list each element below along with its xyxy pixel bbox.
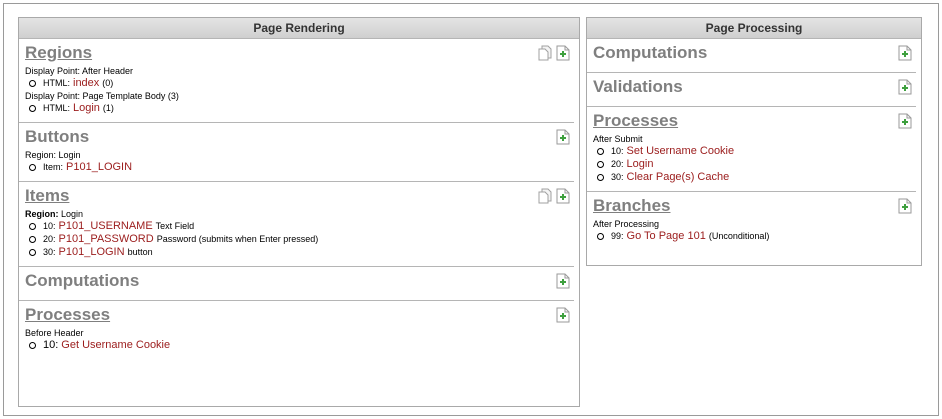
display-point-label: Display Point: After Header — [25, 66, 134, 76]
item-prefix: 99: — [611, 231, 624, 241]
item-suffix: (0) — [102, 78, 114, 88]
button-link-p101-login[interactable]: P101_LOGIN — [66, 161, 132, 174]
list-item: Item: P101_LOGIN — [25, 161, 574, 174]
add-icon[interactable] — [898, 198, 912, 214]
list-item: 20: P101_PASSWORD Password (submits when… — [25, 233, 574, 246]
bullet-icon — [597, 161, 604, 168]
item-prefix: 30: — [611, 172, 624, 182]
process-link-set-username-cookie[interactable]: Set Username Cookie — [627, 145, 735, 158]
branches-title-link[interactable]: Branches — [593, 196, 916, 216]
add-icon[interactable] — [898, 45, 912, 61]
item-prefix: 30: — [43, 247, 56, 257]
item-prefix: 10: — [43, 339, 59, 351]
branches-section: Branches After Processing 99: Go To Page… — [587, 192, 916, 250]
item-suffix: (Unconditional) — [708, 231, 770, 241]
bullet-icon — [29, 223, 36, 230]
add-icon[interactable] — [556, 273, 570, 289]
items-title-link[interactable]: Items — [25, 186, 574, 206]
bullet-icon — [29, 105, 36, 112]
processes-section: Processes Before Header 10: Get Username… — [19, 301, 574, 359]
item-prefix: 10: — [43, 221, 56, 231]
computations-section: Computations — [19, 267, 574, 301]
before-header-label: Before Header — [25, 328, 84, 338]
item-prefix: Item: — [43, 162, 64, 172]
regions-section: Regions Display Point: After Header HTML… — [19, 39, 574, 123]
processes-title-link[interactable]: Processes — [25, 305, 574, 325]
item-link-p101-username[interactable]: P101_USERNAME — [59, 220, 153, 233]
list-item: 99: Go To Page 101 (Unconditional) — [593, 230, 916, 243]
add-icon[interactable] — [556, 307, 570, 323]
list-item: HTML: index (0) — [25, 77, 574, 90]
bullet-icon — [597, 233, 604, 240]
processes-section: Processes After Submit 10: Set Username … — [587, 107, 916, 192]
process-link-get-username-cookie[interactable]: Get Username Cookie — [61, 339, 170, 352]
computations-title: Computations — [25, 271, 140, 290]
add-icon[interactable] — [556, 188, 570, 204]
list-item: 20: Login — [593, 158, 916, 171]
regions-title-link[interactable]: Regions — [25, 43, 574, 63]
item-link-p101-login[interactable]: P101_LOGIN — [59, 246, 125, 259]
list-item: 30: Clear Page(s) Cache — [593, 171, 916, 184]
item-suffix: Password (submits when Enter pressed) — [156, 234, 319, 244]
bullet-icon — [597, 148, 604, 155]
bullet-icon — [29, 80, 36, 87]
items-section: Items Region: Login 10: P101_USERNAME Te… — [19, 182, 574, 267]
bullet-icon — [597, 174, 604, 181]
item-link-p101-password[interactable]: P101_PASSWORD — [59, 233, 154, 246]
list-item: 30: P101_LOGIN button — [25, 246, 574, 259]
validations-title: Validations — [593, 77, 683, 96]
buttons-title: Buttons — [25, 127, 90, 146]
bullet-icon — [29, 236, 36, 243]
list-item: HTML: Login (1) — [25, 102, 574, 115]
item-suffix: Text Field — [155, 221, 195, 231]
branch-link-go-to-page-101[interactable]: Go To Page 101 — [627, 230, 706, 243]
item-prefix: 20: — [611, 159, 624, 169]
after-processing-label: After Processing — [593, 219, 660, 229]
region-label: Region: Login — [25, 209, 84, 219]
processes-title-link[interactable]: Processes — [593, 111, 916, 131]
page-processing-panel: Page Processing Computations Validations… — [586, 17, 922, 266]
list-item: 10: P101_USERNAME Text Field — [25, 220, 574, 233]
item-prefix: HTML: — [43, 78, 70, 88]
display-point-label: Display Point: Page Template Body (3) — [25, 91, 179, 101]
item-prefix: HTML: — [43, 103, 70, 113]
page-rendering-panel: Page Rendering Regions Display Point: Af… — [18, 17, 580, 407]
copy-icon[interactable] — [538, 188, 552, 204]
add-icon[interactable] — [898, 113, 912, 129]
copy-icon[interactable] — [538, 45, 552, 61]
item-suffix: button — [127, 247, 153, 257]
page-rendering-header: Page Rendering — [19, 18, 579, 39]
item-suffix: (1) — [102, 103, 114, 113]
list-item: 10: Set Username Cookie — [593, 145, 916, 158]
validations-section: Validations — [587, 73, 916, 107]
add-icon[interactable] — [556, 45, 570, 61]
process-link-clear-cache[interactable]: Clear Page(s) Cache — [627, 171, 730, 184]
region-label: Region: Login — [25, 150, 81, 160]
process-link-login[interactable]: Login — [627, 158, 654, 171]
add-icon[interactable] — [556, 129, 570, 145]
list-item: 10: Get Username Cookie — [25, 339, 574, 352]
buttons-section: Buttons Region: Login Item: P101_LOGIN — [19, 123, 574, 182]
region-link-login[interactable]: Login — [73, 102, 100, 115]
page-processing-header: Page Processing — [587, 18, 921, 39]
bullet-icon — [29, 249, 36, 256]
add-icon[interactable] — [898, 79, 912, 95]
bullet-icon — [29, 164, 36, 171]
bullet-icon — [29, 342, 36, 349]
item-prefix: 20: — [43, 234, 56, 244]
region-link-index[interactable]: index — [73, 77, 99, 90]
computations-title: Computations — [593, 43, 708, 62]
after-submit-label: After Submit — [593, 134, 643, 144]
item-prefix: 10: — [611, 146, 624, 156]
computations-section: Computations — [587, 39, 916, 73]
